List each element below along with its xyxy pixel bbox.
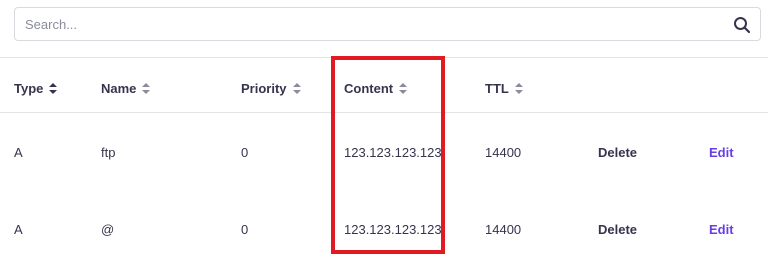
search-box[interactable] [14,7,761,41]
column-header-content[interactable]: Content [344,81,408,96]
search-input[interactable] [15,8,760,40]
cell-type: A [14,222,23,237]
cell-name: ftp [101,145,116,160]
divider-header [0,112,768,113]
edit-button[interactable]: Edit [709,222,734,237]
cell-content: 123.123.123.123 [344,222,442,237]
cell-priority: 0 [241,222,249,237]
divider-top [0,57,768,58]
column-header-priority[interactable]: Priority [241,81,301,96]
cell-content: 123.123.123.123 [344,145,442,160]
column-header-ttl[interactable]: TTL [485,81,523,96]
sort-icon[interactable] [292,83,301,94]
column-header-name[interactable]: Name [101,81,151,96]
sort-icon[interactable] [49,83,58,94]
search-icon[interactable] [733,16,751,34]
column-header-label: Priority [241,81,287,96]
delete-button[interactable]: Delete [598,145,637,160]
column-header-label: Content [344,81,394,96]
sort-icon[interactable] [142,83,151,94]
sort-icon[interactable] [399,83,408,94]
column-header-label: Type [14,81,44,96]
sort-icon[interactable] [514,83,523,94]
cell-type: A [14,145,23,160]
edit-button[interactable]: Edit [709,145,734,160]
cell-ttl: 14400 [485,222,522,237]
cell-priority: 0 [241,145,249,160]
column-header-type[interactable]: Type [14,81,58,96]
cell-name: @ [101,222,115,237]
cell-ttl: 14400 [485,145,522,160]
column-header-label: TTL [485,81,509,96]
column-header-label: Name [101,81,137,96]
delete-button[interactable]: Delete [598,222,637,237]
